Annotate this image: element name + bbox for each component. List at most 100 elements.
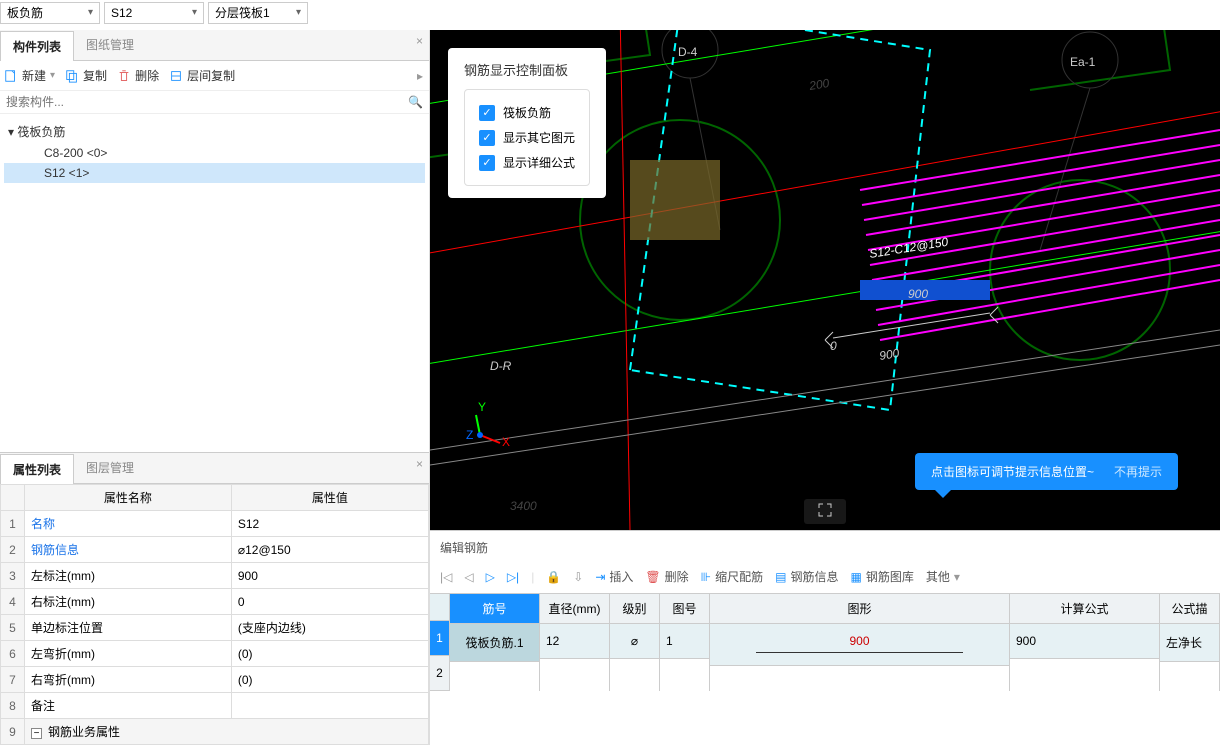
prop-value[interactable]: 0 [231,589,428,615]
library-button[interactable]: ▦钢筋图库 [850,568,913,585]
tree-item-s12[interactable]: S12 <1> [4,163,425,183]
prop-value[interactable]: ⌀12@150 [231,537,428,563]
checkbox-other[interactable]: ✓ [479,130,495,146]
new-button[interactable]: 新建 ▾ [4,67,55,84]
rebar-table: 1 2 筋号 筏板负筋.1 直径(mm) 12 级别 ⌀ 图号 1 [430,593,1220,691]
nav-prev-button[interactable]: ◁ [464,570,473,584]
tip-text: 点击图标可调节提示信息位置~ [931,463,1094,480]
tip-dismiss[interactable]: 不再提示 [1114,463,1162,480]
checkbox-raft[interactable]: ✓ [479,105,495,121]
left-pane: 构件列表 图纸管理 × 新建 ▾ 复制 删除 层间复制 ▸ [0,30,430,745]
row-index[interactable]: 2 [430,656,449,691]
dropdown-layer[interactable]: 分层筏板1 [208,2,308,24]
copy-icon [65,69,79,83]
svg-text:X: X [502,435,510,449]
cell-figure[interactable]: 1 [660,624,709,659]
dropdown-category[interactable]: 板负筋 [0,2,100,24]
editor-title: 编辑钢筋 [430,531,1220,564]
tab-layers[interactable]: 图层管理 [74,453,146,483]
scale-button[interactable]: ⊪缩尺配筋 [701,568,763,585]
component-toolbar: 新建 ▾ 复制 删除 层间复制 ▸ [0,61,429,91]
prop-value[interactable]: S12 [231,511,428,537]
component-tree: ▾ 筏板负筋 C8-200 <0> S12 <1> [0,114,429,374]
caret-icon: ▾ [50,70,55,81]
nav-next-button[interactable]: ▷ [486,570,495,584]
prop-header-name: 属性名称 [25,485,232,511]
prop-name: 右弯折(mm) [25,667,232,693]
col-grade: 级别 [610,594,659,624]
prop-name: 名称 [25,511,232,537]
toolbar-more-icon[interactable]: ▸ [417,69,423,83]
prop-name: 钢筋信息 [25,537,232,563]
tree-root[interactable]: ▾ 筏板负筋 [4,120,425,143]
cell-grade[interactable]: ⌀ [610,624,659,659]
svg-text:D-R: D-R [490,359,512,373]
minus-icon[interactable]: − [31,728,42,739]
row-index[interactable]: 1 [430,621,449,656]
tab-components[interactable]: 构件列表 [0,31,74,61]
other-button[interactable]: 其他 ▾ [926,568,960,585]
download-icon[interactable]: ⇩ [573,570,583,584]
col-diameter: 直径(mm) [540,594,609,624]
panel-close-icon[interactable]: × [416,34,423,48]
prop-value[interactable]: 900 [231,563,428,589]
prop-name: 右标注(mm) [25,589,232,615]
insert-button[interactable]: ⇥插入 [595,568,633,585]
cell-diameter[interactable]: 12 [540,624,609,659]
svg-text:D-4: D-4 [678,45,698,59]
search-input[interactable] [6,95,408,109]
editor-toolbar: |◁ ◁ ▷ ▷| | 🔒 ⇩ ⇥插入 🗑删除 ⊪缩尺配筋 ▤钢筋信息 ▦钢筋图… [430,564,1220,593]
prop-name: 左弯折(mm) [25,641,232,667]
info-button[interactable]: ▤钢筋信息 [775,568,838,585]
floor-copy-label: 层间复制 [187,67,235,84]
checkbox-formula[interactable]: ✓ [479,155,495,171]
copy-label: 复制 [83,67,107,84]
cell-formula[interactable]: 900 [1010,624,1159,659]
prop-value[interactable]: (0) [231,641,428,667]
prop-panel-close-icon[interactable]: × [416,457,423,471]
component-panel-header: 构件列表 图纸管理 × [0,30,429,61]
svg-text:3400: 3400 [510,499,537,513]
cell-rebar-no[interactable]: 筏板负筋.1 [450,624,539,662]
tab-properties[interactable]: 属性列表 [0,454,74,484]
floor-copy-button[interactable]: 层间复制 [169,67,235,84]
floor-copy-icon [169,69,183,83]
right-pane: D-4 Ea-1 S12-C12@150 200 0 900 900 [430,30,1220,745]
svg-text:Ea-1: Ea-1 [1070,55,1096,69]
new-icon [4,69,18,83]
cad-viewport[interactable]: D-4 Ea-1 S12-C12@150 200 0 900 900 [430,30,1220,530]
prop-name: 单边标注位置 [25,615,232,641]
nav-first-button[interactable]: |◁ [440,570,452,584]
top-dropdown-bar: 板负筋 S12 分层筏板1 [0,0,1220,30]
col-formula: 计算公式 [1010,594,1159,624]
nav-last-button[interactable]: ▷| [507,570,519,584]
check-label: 显示其它图元 [503,129,575,146]
new-label: 新建 [22,67,46,84]
tip-tooltip: 点击图标可调节提示信息位置~ 不再提示 [915,453,1178,490]
tab-drawings[interactable]: 图纸管理 [74,30,146,60]
prop-value[interactable]: (支座内边线) [231,615,428,641]
prop-value[interactable]: (0) [231,667,428,693]
col-shape: 图形 [710,594,1009,624]
cell-desc[interactable]: 左净长 [1160,624,1219,662]
search-row: 🔍 [0,91,429,114]
dropdown-component[interactable]: S12 [104,2,204,24]
check-label: 筏板负筋 [503,104,551,121]
prop-group[interactable]: −钢筋业务属性 [25,719,429,745]
col-desc: 公式描 [1160,594,1219,624]
property-panel: 属性列表 图层管理 × 属性名称属性值 1名称S12 2钢筋信息⌀12@150 … [0,452,429,745]
tree-item-c8[interactable]: C8-200 <0> [4,143,425,163]
rebar-control-panel: 钢筋显示控制面板 ✓筏板负筋 ✓显示其它图元 ✓显示详细公式 [448,48,606,198]
editor-delete-button[interactable]: 🗑删除 [645,568,688,585]
search-icon[interactable]: 🔍 [408,95,423,109]
fit-view-button[interactable] [804,499,846,524]
cell-shape[interactable]: 900 [710,624,1009,666]
lock-icon[interactable]: 🔒 [546,570,561,584]
delete-button[interactable]: 删除 [117,67,159,84]
svg-text:Y: Y [478,400,486,414]
prop-value[interactable] [231,693,428,719]
control-panel-title: 钢筋显示控制面板 [464,60,590,79]
prop-name: 备注 [25,693,232,719]
copy-button[interactable]: 复制 [65,67,107,84]
collapse-icon [818,503,832,517]
